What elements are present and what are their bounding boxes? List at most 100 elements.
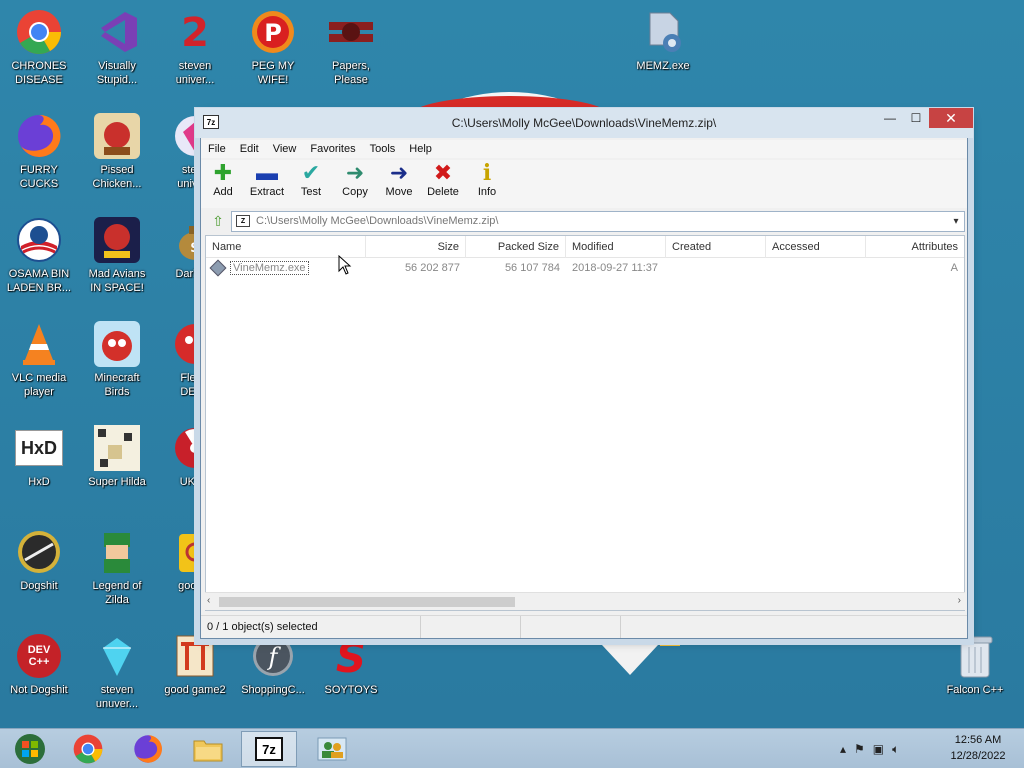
scroll-right-icon[interactable]: › — [958, 595, 961, 606]
desktop-icon-visually-stupid[interactable]: Visually Stupid... — [79, 8, 155, 87]
icon-label: ShoppingC... — [241, 684, 305, 696]
desktop-icon-hxd[interactable]: HxD HxD — [1, 424, 77, 489]
zelda-icon — [93, 528, 141, 576]
column-accessed[interactable]: Accessed — [766, 236, 866, 258]
volume-icon[interactable]: 🔈︎ — [892, 742, 899, 757]
show-hidden-icons-icon[interactable]: ▴ — [840, 742, 846, 756]
delete-button[interactable]: ✖ Delete — [421, 160, 465, 208]
column-modified[interactable]: Modified — [566, 236, 666, 258]
up-folder-button[interactable]: ⇧ — [205, 210, 231, 232]
close-button[interactable]: ✕ — [929, 108, 973, 128]
desktop-icon-furry-cucks[interactable]: FURRY CUCKS — [1, 112, 77, 191]
clock-date: 12/28/2022 — [950, 750, 1006, 762]
desktop-icon-shopping[interactable]: f ShoppingC... — [235, 632, 311, 697]
visual-studio-icon — [93, 8, 141, 56]
desktop-icon-minecraft-birds[interactable]: Minecraft Birds — [79, 320, 155, 399]
column-attributes[interactable]: Attributes — [866, 236, 964, 258]
explorer-task[interactable] — [180, 731, 236, 767]
taskbar: 7z ▴ ⚑ ▣ 🔈︎ 12:56 AM 12/28/2022 — [0, 728, 1024, 768]
svg-text:P: P — [264, 19, 282, 47]
scroll-left-icon[interactable]: ‹ — [207, 595, 210, 606]
info-icon: i — [482, 160, 492, 186]
status-field-3 — [521, 616, 621, 638]
desktop-icon-legend-of-zilda[interactable]: Legend of Zilda — [79, 528, 155, 607]
file-list[interactable]: Name Size Packed Size Modified Created A… — [205, 235, 965, 611]
7zip-file-manager-window[interactable]: 7z C:\Users\Molly McGee\Downloads\VineMe… — [195, 108, 973, 639]
title-bar[interactable]: 7z C:\Users\Molly McGee\Downloads\VineMe… — [195, 108, 973, 138]
people-icon — [317, 737, 347, 761]
copy-button[interactable]: ➜ Copy — [333, 160, 377, 208]
menu-help[interactable]: Help — [402, 143, 439, 155]
extract-button[interactable]: ▬ Extract — [245, 160, 289, 208]
chrome-task[interactable] — [60, 731, 116, 767]
column-header-row: Name Size Packed Size Modified Created A… — [206, 236, 964, 258]
menu-favorites[interactable]: Favorites — [303, 143, 362, 155]
angry-birds-space-icon — [93, 216, 141, 264]
desktop-icon-steven-universe[interactable]: 2 steven univer... — [157, 8, 233, 87]
desktop-icon-peg-my-wife[interactable]: P PEG MY WIFE! — [235, 8, 311, 87]
desktop-icon-pissed-chicken[interactable]: Pissed Chicken... — [79, 112, 155, 191]
menu-tools[interactable]: Tools — [363, 143, 403, 155]
papers-please-icon — [327, 8, 375, 56]
desktop-icon-dogshit[interactable]: Dogshit — [1, 528, 77, 593]
table-row[interactable]: VineMemz.exe 56 202 877 56 107 784 2018-… — [206, 259, 964, 277]
action-center-flag-icon[interactable]: ⚑ — [854, 742, 865, 756]
clock[interactable]: 12:56 AM 12/28/2022 — [938, 732, 1018, 764]
move-button[interactable]: ➜ Move — [377, 160, 421, 208]
svg-text:2: 2 — [181, 10, 209, 54]
info-button[interactable]: i Info — [465, 160, 509, 208]
horizontal-scrollbar[interactable]: ‹ › — [205, 592, 965, 610]
file-name: VineMemz.exe — [230, 261, 309, 275]
copy-label: Copy — [342, 186, 368, 198]
7zip-task[interactable]: 7z — [241, 731, 297, 767]
up-arrow-icon: ⇧ — [212, 212, 224, 229]
checkmark-icon: ✔ — [301, 160, 321, 185]
wallpaper-accent — [660, 638, 680, 646]
steven-universe-icon: 2 — [171, 8, 219, 56]
desktop-icon-soytoys[interactable]: S SOYTOYS — [313, 632, 389, 697]
desktop-icon-super-hilda[interactable]: Super Hilda — [79, 424, 155, 489]
desktop-icon-osama-bin-laden[interactable]: OSAMA BIN LADEN BR... — [1, 216, 77, 295]
desktop-icon-memz[interactable]: MEMZ.exe — [625, 8, 701, 73]
scrollbar-thumb[interactable] — [219, 597, 515, 607]
chevron-down-icon[interactable]: ▾ — [948, 216, 964, 227]
svg-text:$: $ — [190, 240, 200, 256]
zip-archive-icon: Z — [236, 215, 250, 227]
menu-edit[interactable]: Edit — [233, 143, 266, 155]
column-packed-size[interactable]: Packed Size — [466, 236, 566, 258]
address-bar: ⇧ Z C:\Users\Molly McGee\Downloads\VineM… — [205, 210, 965, 232]
network-task[interactable] — [304, 731, 360, 767]
address-input[interactable]: Z C:\Users\Molly McGee\Downloads\VineMem… — [231, 210, 965, 232]
icon-label: SOYTOYS — [324, 684, 378, 696]
chrome-icon — [15, 8, 63, 56]
desktop-icon-not-dogshit[interactable]: DEV C++ Not Dogshit — [1, 632, 77, 697]
icon-label: OSAMA BIN LADEN BR... — [6, 268, 72, 294]
pixel-art-icon — [93, 424, 141, 472]
desktop-icon-mad-avians[interactable]: Mad Avians IN SPACE! — [79, 216, 155, 295]
desktop-icon-vlc[interactable]: VLC media player — [1, 320, 77, 399]
desktop-icon-chrones-disease[interactable]: CHRONES DISEASE — [1, 8, 77, 87]
move-label: Move — [385, 186, 413, 198]
firefox-task[interactable] — [120, 731, 176, 767]
dev-cpp-icon: DEV C++ — [15, 632, 63, 680]
desktop-icon-steven-universe-diamond[interactable]: steven unuver... — [79, 632, 155, 711]
memz-icon — [639, 8, 687, 56]
desktop-icon-papers-please[interactable]: Papers, Please — [313, 8, 389, 87]
column-created[interactable]: Created — [666, 236, 766, 258]
icon-label: Super Hilda — [88, 476, 146, 488]
icon-label: steven univer... — [175, 60, 215, 86]
menu-view[interactable]: View — [266, 143, 304, 155]
start-button[interactable] — [2, 731, 58, 767]
desktop-icon-falcon-cpp[interactable]: Falcon C++ — [937, 632, 1013, 697]
maximize-button[interactable]: ☐ — [903, 108, 929, 128]
icon-label: Minecraft Birds — [94, 372, 140, 398]
desktop-icon-good-game2[interactable]: good game2 — [157, 632, 233, 697]
add-button[interactable]: ✚ Add — [201, 160, 245, 208]
test-button[interactable]: ✔ Test — [289, 160, 333, 208]
icon-label: MEMZ.exe — [636, 60, 690, 72]
network-icon[interactable]: ▣ — [873, 742, 884, 756]
menu-file[interactable]: File — [201, 143, 233, 155]
minimize-button[interactable]: — — [877, 108, 903, 128]
column-size[interactable]: Size — [366, 236, 466, 258]
svg-text:S: S — [336, 634, 366, 678]
